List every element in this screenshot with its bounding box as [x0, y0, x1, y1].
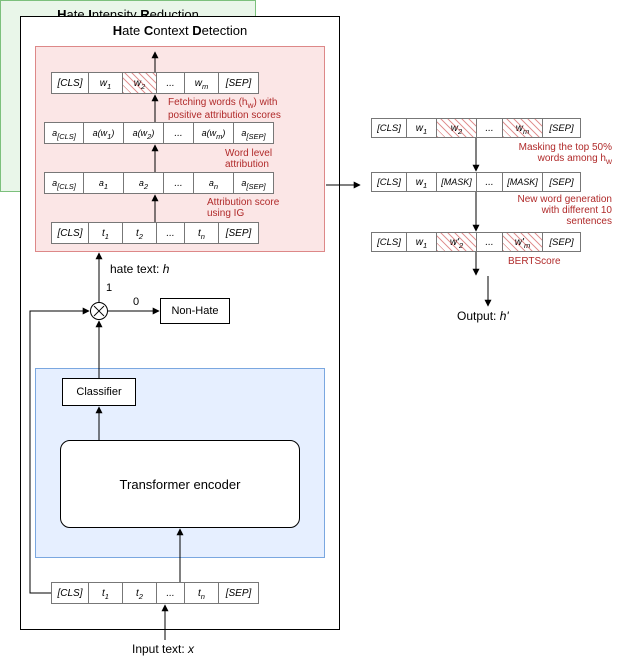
- token-tn: tn: [185, 582, 219, 604]
- token-wmp-hatched: w'm: [503, 232, 543, 252]
- token-sep: [SEP]: [219, 582, 259, 604]
- hcd-row-ai: a[CLS] a1 a2 ... an a[SEP]: [44, 172, 274, 194]
- token-cls: [CLS]: [371, 172, 407, 192]
- edge-label-0: 0: [133, 296, 139, 308]
- token-mask: [MASK]: [437, 172, 477, 192]
- token-dots: ...: [157, 72, 185, 94]
- token-dots: ...: [164, 122, 194, 144]
- token-a2: a2: [124, 172, 164, 194]
- token-w1: w1: [407, 172, 437, 192]
- token-a-cls: a[CLS]: [44, 122, 84, 144]
- hcd-row-aw: a[CLS] a(w1) a(w2) ... a(wm) a[SEP]: [44, 122, 274, 144]
- token-aw1: a(w1): [84, 122, 124, 144]
- token-t1: t1: [89, 222, 123, 244]
- token-w1: w1: [407, 118, 437, 138]
- token-mask: [MASK]: [503, 172, 543, 192]
- token-w2-hatched: w2: [123, 72, 157, 94]
- token-t1: t1: [89, 582, 123, 604]
- token-dots: ...: [157, 222, 185, 244]
- token-dots: ...: [157, 582, 185, 604]
- hir-row1: [CLS] w1 w2 ... wm [SEP]: [371, 118, 581, 138]
- token-dots: ...: [477, 232, 503, 252]
- token-cls: [CLS]: [371, 118, 407, 138]
- token-cls: [CLS]: [51, 222, 89, 244]
- token-a-sep: a[SEP]: [234, 122, 274, 144]
- note-bert: BERTScore: [508, 256, 561, 267]
- token-dots: ...: [477, 118, 503, 138]
- token-dots: ...: [477, 172, 503, 192]
- hcd-title: Hate Context Detection: [21, 23, 339, 38]
- token-sep: [SEP]: [219, 72, 259, 94]
- token-w1: w1: [407, 232, 437, 252]
- diagram-stage: Hate Context Detection [CLS] w1 w2 ... w…: [0, 0, 640, 661]
- hate-text-label: hate text: h: [110, 262, 169, 276]
- token-aw2: a(w2): [124, 122, 164, 144]
- token-cls: [CLS]: [371, 232, 407, 252]
- token-cls: [CLS]: [51, 582, 89, 604]
- token-a1: a1: [84, 172, 124, 194]
- classifier-box: Classifier: [62, 378, 136, 406]
- note-gen: New word generationwith different 10sent…: [505, 194, 612, 227]
- hcd-input-row: [CLS] t1 t2 ... tn [SEP]: [51, 582, 259, 604]
- token-w2p-hatched: w'2: [437, 232, 477, 252]
- output-label: Output: h': [457, 309, 509, 323]
- token-t2: t2: [123, 582, 157, 604]
- note-fetch: Fetching words (hw) with positive attrib…: [168, 97, 328, 121]
- encoder-box: Transformer encoder: [60, 440, 300, 528]
- hir-row3: [CLS] w1 w'2 ... w'm [SEP]: [371, 232, 581, 252]
- token-sep: [SEP]: [219, 222, 259, 244]
- token-sep: [SEP]: [543, 172, 581, 192]
- hcd-row-w: [CLS] w1 w2 ... wm [SEP]: [51, 72, 259, 94]
- token-an: an: [194, 172, 234, 194]
- token-cls: [CLS]: [51, 72, 89, 94]
- token-w2-hatched: w2: [437, 118, 477, 138]
- token-sep: [SEP]: [543, 118, 581, 138]
- input-text-label: Input text: x: [132, 642, 194, 656]
- token-a-sep: a[SEP]: [234, 172, 274, 194]
- token-wm-hatched: wm: [503, 118, 543, 138]
- decision-node: [90, 302, 108, 320]
- token-wm: wm: [185, 72, 219, 94]
- token-tn: tn: [185, 222, 219, 244]
- note-ig: Attribution scoreusing IG: [207, 197, 279, 219]
- edge-label-1: 1: [106, 282, 112, 294]
- hcd-row-t: [CLS] t1 t2 ... tn [SEP]: [51, 222, 259, 244]
- token-t2: t2: [123, 222, 157, 244]
- hir-row2: [CLS] w1 [MASK] ... [MASK] [SEP]: [371, 172, 581, 192]
- nonhate-box: Non-Hate: [160, 298, 230, 324]
- token-a-cls: a[CLS]: [44, 172, 84, 194]
- note-mask: Masking the top 50%words among hw: [500, 142, 612, 166]
- token-dots: ...: [164, 172, 194, 194]
- note-wordlevel: Word levelattribution: [225, 148, 272, 170]
- token-sep: [SEP]: [543, 232, 581, 252]
- token-awm: a(wm): [194, 122, 234, 144]
- token-w1: w1: [89, 72, 123, 94]
